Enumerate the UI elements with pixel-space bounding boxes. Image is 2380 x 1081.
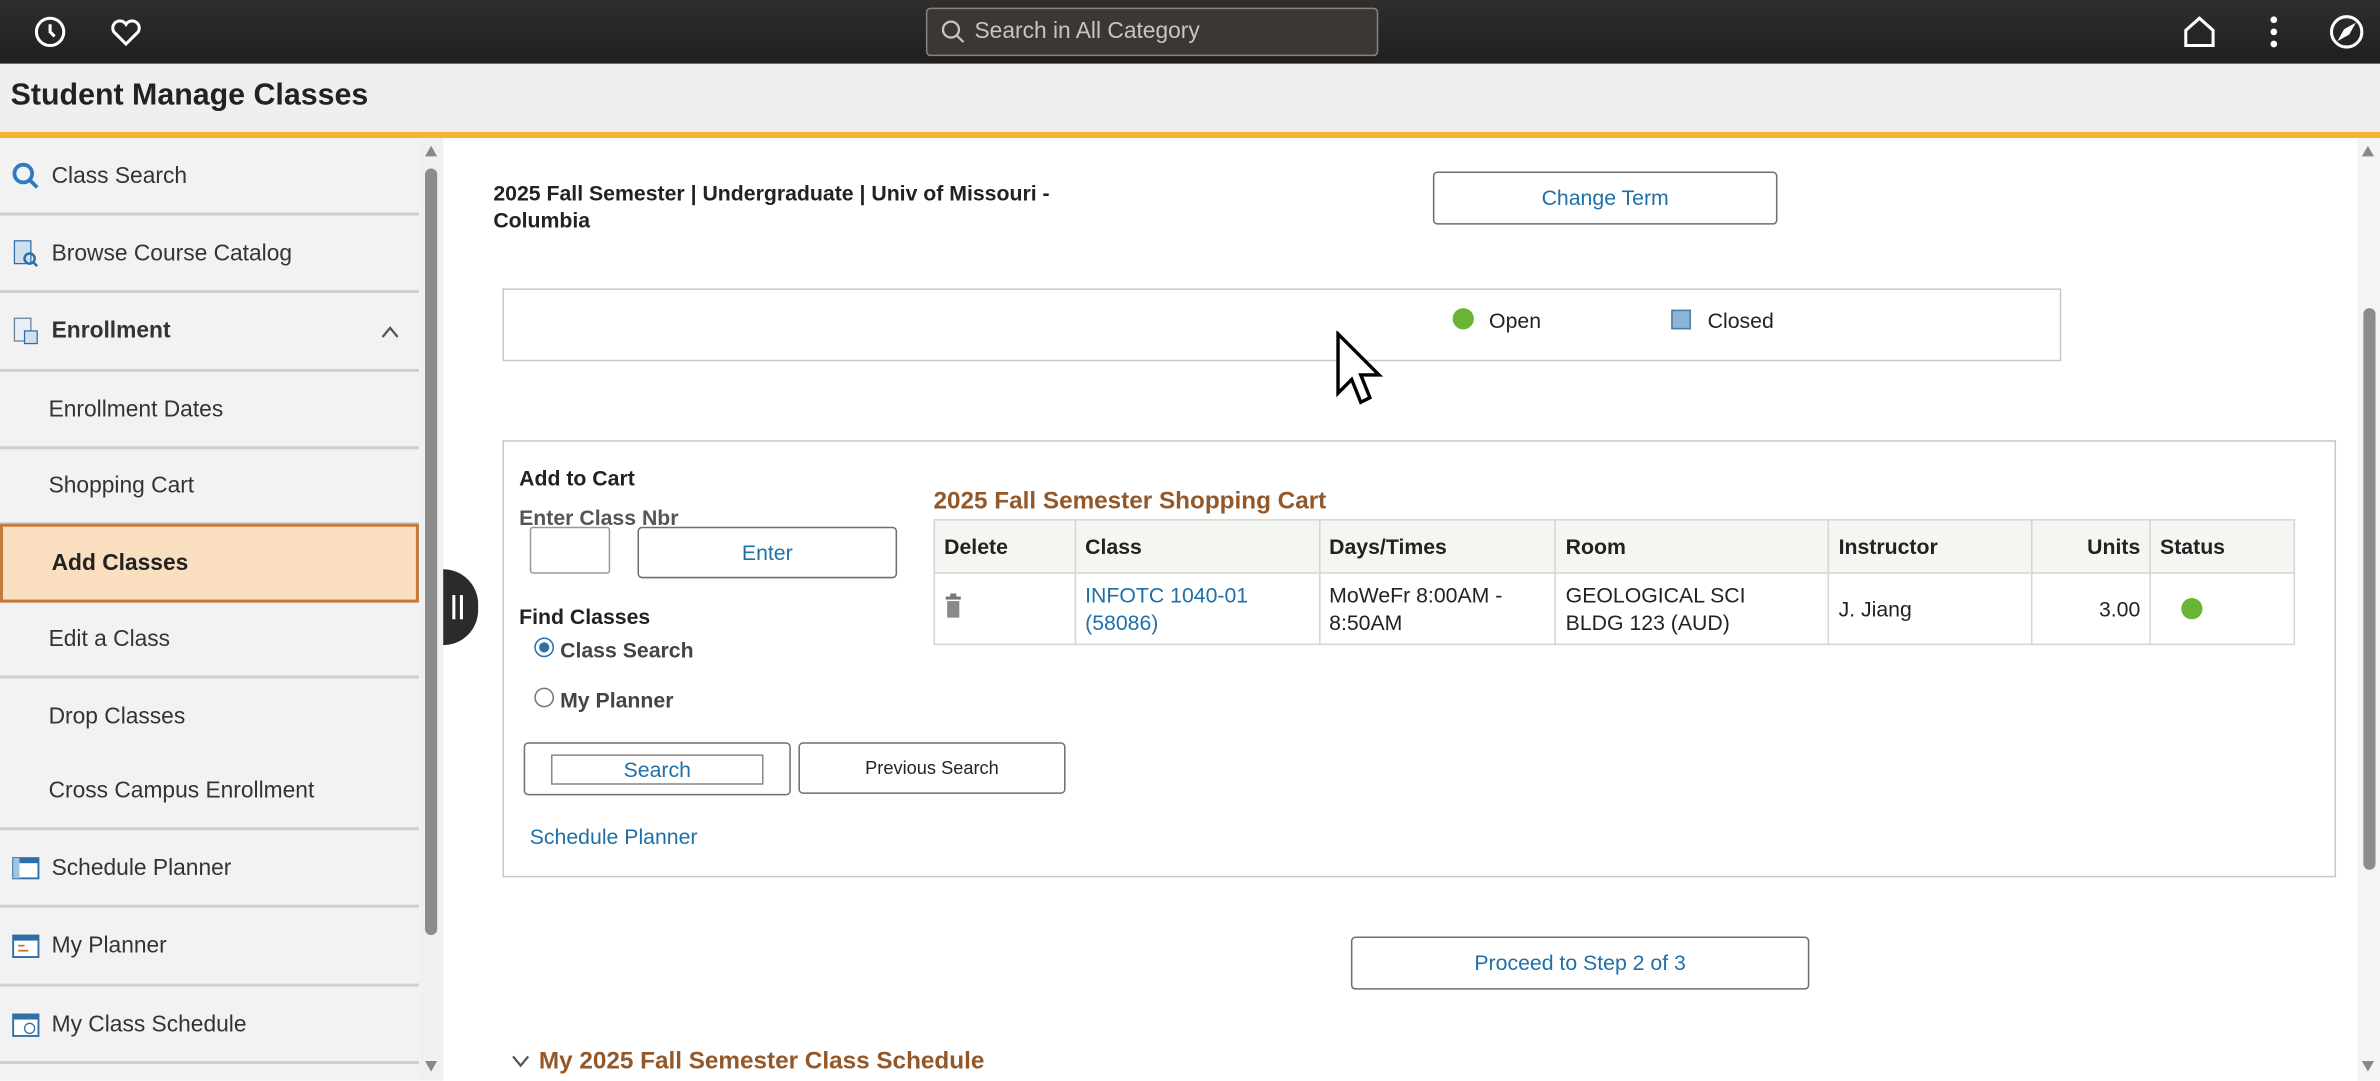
sidebar-item-schedule-planner[interactable]: Schedule Planner <box>0 830 419 908</box>
previous-search-button[interactable]: Previous Search <box>798 742 1066 794</box>
sidebar-item-label: Edit a Class <box>48 626 171 652</box>
column-header-days-times: Days/Times <box>1318 519 1557 574</box>
sidebar-item-label: Enrollment <box>51 318 171 344</box>
sidebar-item-enrollment-dates[interactable]: Enrollment Dates <box>0 372 419 450</box>
enrollment-icon <box>13 317 38 345</box>
sidebar-item-label: Shopping Cart <box>48 472 195 499</box>
sidebar-item-label: Class Search <box>51 162 188 189</box>
legend-closed-label: Closed <box>1707 308 1774 333</box>
home-icon[interactable] <box>2181 14 2217 50</box>
shopping-cart-title: 2025 Fall Semester Shopping Cart <box>933 488 1327 515</box>
sidebar-item-label: My Planner <box>51 932 167 959</box>
instructor-cell: J. Jiang <box>1827 572 2033 646</box>
scroll-down-arrow-icon[interactable] <box>2361 1061 2374 1072</box>
delete-cell <box>933 572 1077 646</box>
schedule-icon <box>12 1012 40 1037</box>
change-term-button[interactable]: Change Term <box>1432 171 1778 225</box>
sidebar-item-enrollment[interactable]: Enrollment <box>0 293 419 372</box>
schedule-planner-link[interactable]: Schedule Planner <box>530 824 698 848</box>
history-clock-icon[interactable] <box>32 14 68 50</box>
sidebar-item-label: Drop Classes <box>48 703 186 730</box>
column-header-class: Class <box>1074 519 1321 574</box>
sidebar-item-label: Browse Course Catalog <box>51 239 293 266</box>
main-scroll-thumb[interactable] <box>2363 308 2376 870</box>
sidebar-item-class-search[interactable]: Class Search <box>0 138 419 216</box>
shopping-cart-table: Delete Class Days/Times Room Instructor … <box>933 519 2296 646</box>
add-to-cart-panel <box>502 440 2337 878</box>
title-bar: Student Manage Classes <box>0 63 2380 134</box>
trash-icon[interactable] <box>944 593 962 618</box>
term-header: 2025 Fall Semester | Undergraduate | Uni… <box>493 179 1049 234</box>
page-title: Student Manage Classes <box>10 78 369 113</box>
more-options-icon[interactable] <box>2256 14 2292 50</box>
sidebar-item-add-classes[interactable]: Add Classes <box>0 523 419 603</box>
sidebar-item-label: Enrollment Dates <box>48 396 224 422</box>
term-text-line2: Columbia <box>493 207 591 233</box>
catalog-icon <box>13 239 39 267</box>
sidebar-item-label: Schedule Planner <box>51 854 232 881</box>
sidebar-scrollbar[interactable] <box>420 138 444 1081</box>
scroll-down-arrow-icon[interactable] <box>425 1061 438 1072</box>
class-nbr-input[interactable] <box>529 526 611 574</box>
search-button[interactable]: Search <box>523 742 791 796</box>
search-icon <box>12 162 39 189</box>
sidebar-item-browse-course-catalog[interactable]: Browse Course Catalog <box>0 216 419 293</box>
table-row: INFOTC 1040-01 (58086) MoWeFr 8:00AM -8:5… <box>933 572 2296 646</box>
chevron-up-icon[interactable] <box>381 325 399 340</box>
status-cell <box>2149 572 2296 646</box>
status-legend: Open Closed <box>502 288 2062 362</box>
sidebar-item-shopping-cart[interactable]: Shopping Cart <box>0 449 419 526</box>
open-status-icon <box>2181 598 2203 620</box>
table-header-row: Delete Class Days/Times Room Instructor … <box>933 519 2296 574</box>
my-planner-radio-label[interactable]: My Planner <box>560 688 673 712</box>
column-header-instructor: Instructor <box>1827 519 2033 574</box>
add-to-cart-heading: Add to Cart <box>519 465 635 491</box>
term-text: 2025 Fall Semester | Undergraduate | Uni… <box>493 180 1050 205</box>
closed-status-icon <box>1671 309 1691 330</box>
favorites-heart-icon[interactable] <box>108 14 144 50</box>
sidebar-item-my-planner[interactable]: My Planner <box>0 908 419 987</box>
chevron-down-icon[interactable] <box>512 1055 530 1069</box>
class-search-radio[interactable] <box>534 637 555 658</box>
sidebar-item-edit-a-class[interactable]: Edit a Class <box>0 603 419 679</box>
sidebar-item-label: Cross Campus Enrollment <box>48 777 315 804</box>
main-scrollbar[interactable] <box>2357 138 2380 1081</box>
find-classes-heading: Find Classes <box>519 604 651 629</box>
search-icon <box>941 20 965 43</box>
sidebar-item-cross-campus-enrollment[interactable]: Cross Campus Enrollment <box>0 754 419 831</box>
top-bar: Search in All Category <box>0 0 2380 64</box>
units-cell: 3.00 <box>2031 572 2151 646</box>
column-header-delete: Delete <box>933 519 1077 574</box>
sidebar-item-label: My Class Schedule <box>51 1010 247 1037</box>
enter-button[interactable]: Enter <box>637 526 898 579</box>
sidebar-scroll-thumb[interactable] <box>425 168 438 936</box>
class-schedule-section-toggle[interactable]: My 2025 Fall Semester Class Schedule <box>539 1049 984 1076</box>
global-search-input[interactable]: Search in All Category <box>925 7 1379 57</box>
sidebar: Class Search Browse Course Catalog Enrol… <box>0 138 421 1081</box>
legend-open-label: Open <box>1489 308 1542 333</box>
column-header-units: Units <box>2031 519 2151 574</box>
days-times-cell: MoWeFr 8:00AM -8:50AM <box>1318 572 1557 646</box>
sidebar-item-label: Add Classes <box>51 550 189 577</box>
scroll-up-arrow-icon[interactable] <box>2361 145 2374 157</box>
navbar-compass-icon[interactable] <box>2328 14 2364 50</box>
column-header-status: Status <box>2149 519 2296 574</box>
class-search-radio-label[interactable]: Class Search <box>560 638 694 662</box>
class-link[interactable]: INFOTC 1040-01 (58086) <box>1074 572 1321 646</box>
search-placeholder: Search in All Category <box>974 18 1200 45</box>
mouse-cursor-icon <box>1336 330 1384 405</box>
column-header-room: Room <box>1555 519 1830 574</box>
proceed-step-2-button[interactable]: Proceed to Step 2 of 3 <box>1350 936 1810 990</box>
my-planner-radio[interactable] <box>534 687 555 708</box>
planner-icon <box>12 856 40 879</box>
room-cell: GEOLOGICAL SCI BLDG 123 (AUD) <box>1555 572 1830 646</box>
sidebar-item-my-class-schedule[interactable]: My Class Schedule <box>0 987 419 1065</box>
sidebar-item-drop-classes[interactable]: Drop Classes <box>0 679 419 755</box>
search-button-label: Search <box>550 754 764 785</box>
open-status-icon <box>1452 308 1474 330</box>
calendar-icon <box>12 934 40 958</box>
scroll-up-arrow-icon[interactable] <box>425 145 438 157</box>
